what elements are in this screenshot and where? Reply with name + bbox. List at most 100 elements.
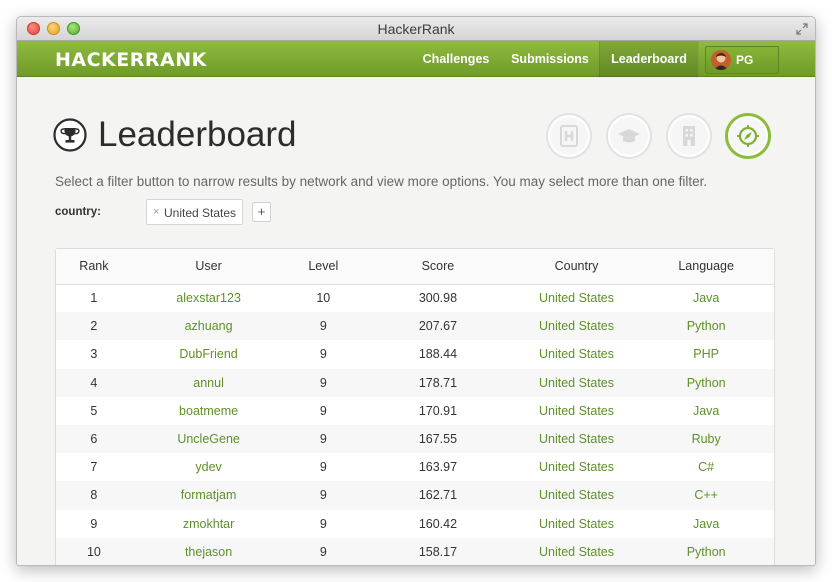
rank-cell: 3 [90,347,98,362]
main-content: Leaderboard Select a filter button to na… [17,78,815,565]
country-link[interactable]: United States [515,453,639,481]
hackerrank-icon [560,125,578,147]
user-link[interactable]: azhuang [131,312,286,341]
language-link[interactable]: Java [638,284,774,312]
top-navigation: HACKERRANK Challenges Submissions Leader… [17,41,815,77]
table-row: 9 zmokhtar 9 160.42 United States Java [56,510,774,538]
table-header-row: Rank User Level Score Country Language [56,249,774,285]
table-row: 8 formatjam 9 162.71 United States C++ [56,481,774,510]
level-cell: 9 [319,403,327,418]
level-cell: 9 [285,424,362,454]
header-country[interactable]: Country [514,249,639,285]
user-link[interactable]: UncleGene [131,424,286,454]
table-row: 7 ydev 9 163.97 United States C# [56,453,774,481]
rank-cell: 4 [56,368,132,397]
language-link[interactable]: Java [638,510,774,538]
user-link[interactable]: zmokhtar [132,510,286,538]
table-row: 2 azhuang 9 207.67 United States Python [56,312,774,341]
language-link[interactable]: C# [638,453,774,481]
level-cell: 9 [319,347,327,362]
score-cell: 167.55 [361,424,515,454]
user-link[interactable]: alexstar123 [132,284,286,312]
level-cell: 9 [319,460,327,475]
country-link[interactable]: United States [515,340,639,368]
add-filter-button[interactable]: + [252,202,271,222]
header-rank[interactable]: Rank [56,249,132,285]
avatar [711,50,731,70]
user-initials: PG [736,53,754,67]
level-cell: 9 [285,481,362,510]
level-cell: 9 [285,537,362,565]
country-link[interactable]: United States [514,312,639,341]
country-filter-tag: × United States [146,199,243,225]
header-level[interactable]: Level [285,249,362,285]
country-filter-value: United States [164,206,237,220]
hackerrank-logo[interactable]: HACKERRANK [55,46,207,74]
user-link[interactable]: annul [131,368,286,397]
score-cell: 170.91 [418,403,458,418]
country-filter-label: country: [55,206,101,218]
score-cell: 162.71 [361,481,515,510]
fullscreen-icon[interactable] [795,22,809,36]
nav-leaderboard[interactable]: Leaderboard [599,41,699,77]
rank-cell: 6 [56,424,132,454]
level-cell: 9 [285,368,362,397]
compass-icon [737,125,759,147]
app-window: HackerRank HACKERRANK Challenges Submiss… [16,16,816,566]
user-link[interactable]: thejason [131,537,286,565]
country-link[interactable]: United States [515,397,639,425]
filter-hackerrank-button[interactable] [546,113,592,159]
rank-cell: 2 [56,312,132,341]
country-link[interactable]: United States [515,284,639,312]
user-link[interactable]: formatjam [131,481,286,510]
score-cell: 207.67 [361,312,515,341]
window-title: HackerRank [377,21,455,37]
filter-company-button[interactable] [666,113,712,159]
rank-cell: 8 [56,481,132,510]
header-language[interactable]: Language [638,249,774,285]
language-link[interactable]: Python [638,312,774,341]
user-menu-button[interactable]: PG [705,46,779,74]
rank-cell: 9 [90,516,98,531]
header-score[interactable]: Score [361,249,515,285]
user-link[interactable]: DubFriend [132,340,286,368]
user-link[interactable]: boatmeme [132,397,286,425]
rank-cell: 1 [90,291,98,306]
language-link[interactable]: Java [638,397,774,425]
language-link[interactable]: PHP [638,340,774,368]
page-title: Leaderboard [98,115,297,154]
country-link[interactable]: United States [514,368,639,397]
nav-submissions[interactable]: Submissions [505,41,595,77]
rank-cell: 5 [90,403,98,418]
table-row: 6 UncleGene 9 167.55 United States Ruby [56,424,774,454]
rank-cell: 10 [56,537,132,565]
level-cell: 9 [285,312,362,341]
nav-challenges[interactable]: Challenges [413,41,499,77]
header-user[interactable]: User [131,249,286,285]
score-cell: 188.44 [418,347,458,362]
rank-cell: 7 [90,460,98,475]
language-link[interactable]: Python [638,368,774,397]
user-link[interactable]: ydev [132,453,286,481]
language-link[interactable]: Ruby [638,424,774,454]
graduation-cap-icon [618,129,640,143]
score-cell: 178.71 [361,368,515,397]
table-row: 4 annul 9 178.71 United States Python [56,368,774,397]
language-link[interactable]: Python [638,537,774,565]
language-link[interactable]: C++ [638,481,774,510]
score-cell: 163.97 [418,460,458,475]
country-link[interactable]: United States [514,481,639,510]
country-link[interactable]: United States [514,537,639,565]
level-cell: 9 [319,516,327,531]
leaderboard-table: Rank User Level Score Country Language 1… [55,248,775,565]
filter-school-button[interactable] [606,113,652,159]
filter-instructions: Select a filter button to narrow results… [55,174,708,189]
level-cell: 10 [316,291,331,306]
remove-filter-icon[interactable]: × [153,206,159,218]
country-link[interactable]: United States [514,424,639,454]
score-cell: 160.42 [418,516,458,531]
country-link[interactable]: United States [515,510,639,538]
trophy-icon [53,118,87,152]
title-bar: HackerRank [17,17,815,41]
filter-country-button[interactable] [725,113,771,159]
